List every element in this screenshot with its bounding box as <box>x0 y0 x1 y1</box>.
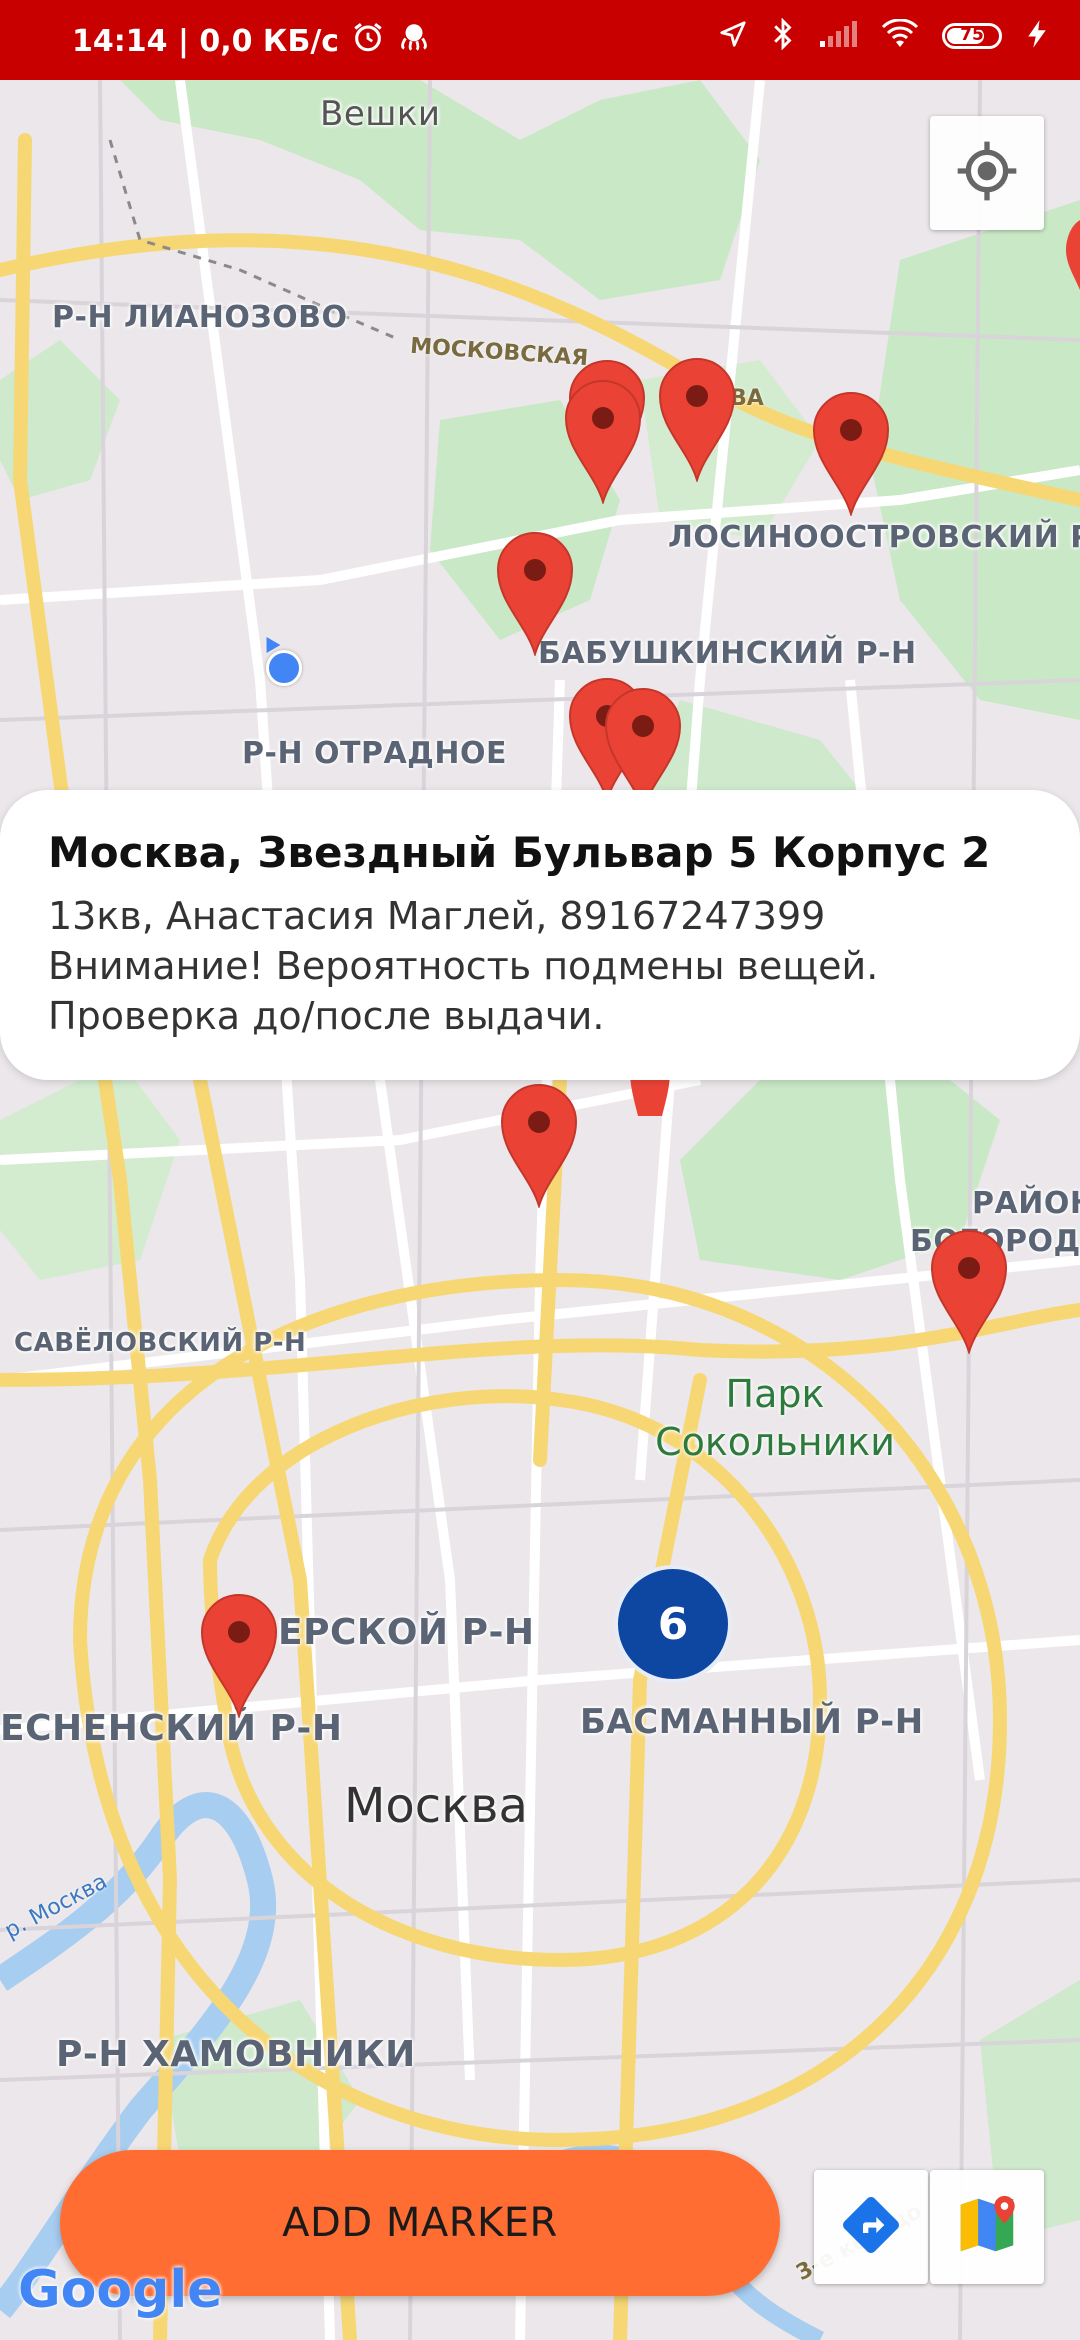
directions-button[interactable] <box>814 2170 928 2284</box>
map-label-lianozovo: Р-Н ЛИАНОЗОВО <box>52 300 348 335</box>
status-time-speed: 14:14 | 0,0 КБ/с <box>72 23 340 59</box>
map-label-losinoostrovsky: ЛОСИНООСТРОВСКИЙ Р-Н <box>668 520 1080 555</box>
status-left: 14:14 | 0,0 КБ/с <box>72 20 431 62</box>
park-label-line2: Сокольники <box>655 1420 895 1464</box>
map-label-presnensky: ЕСНЕНСКИЙ Р-Н <box>0 1708 343 1749</box>
map-label-basmanny: БАСМАННЫЙ Р-Н <box>580 1702 924 1742</box>
map-marker[interactable] <box>564 380 642 504</box>
map-view[interactable]: Вешки Р-Н ЛИАНОЗОВО МОСКОВСКАЯ ВА ЛОСИНО… <box>0 80 1080 2340</box>
map-marker[interactable] <box>930 1230 1008 1354</box>
map-marker[interactable] <box>496 532 574 656</box>
map-marker[interactable] <box>200 1594 278 1718</box>
map-marker-edge[interactable] <box>1066 220 1080 290</box>
bluetooth-icon <box>770 17 796 54</box>
map-marker[interactable] <box>812 392 890 516</box>
map-label-babushkinsky: БАБУШКИНСКИЙ Р-Н <box>538 636 917 671</box>
info-card-note: Проверка до/после выдачи. <box>48 994 605 1038</box>
octopus-icon <box>397 20 431 62</box>
map-label-tverskoy: ЕРСКОЙ Р-Н <box>278 1612 535 1653</box>
map-label-savelovsky: САВЁЛОВСКИЙ Р-Н <box>14 1328 307 1358</box>
map-label-khamovniki: Р-Н ХАМОВНИКИ <box>56 2034 416 2075</box>
charging-icon <box>1024 19 1050 53</box>
google-logo: Google <box>18 2260 222 2320</box>
park-label-line1: Парк <box>725 1372 825 1416</box>
map-label-veshki: Вешки <box>320 94 441 134</box>
battery-level: 75 <box>960 25 984 45</box>
info-card-title: Москва, Звездный Бульвар 5 Корпус 2 <box>48 828 991 877</box>
map-label-moscow: Москва <box>344 1778 528 1834</box>
status-bar: 14:14 | 0,0 КБ/с 75 <box>0 0 1080 80</box>
info-card-warning: Внимание! Вероятность подмены вещей. <box>48 944 879 988</box>
map-label-otradnoe: Р-Н ОТРАДНОЕ <box>242 736 507 771</box>
user-location-dot <box>266 650 302 686</box>
alarm-icon <box>351 20 385 62</box>
map-label-sokolniki-park: Парк Сокольники <box>650 1370 900 1466</box>
directions-icon <box>839 2193 903 2261</box>
crosshair-icon <box>955 139 1019 207</box>
map-label-rayon: РАЙОН <box>972 1186 1080 1221</box>
map-background <box>0 80 1080 2340</box>
google-maps-icon <box>952 2190 1022 2264</box>
wifi-icon <box>880 18 920 53</box>
open-in-maps-button[interactable] <box>930 2170 1044 2284</box>
battery-indicator: 75 <box>942 23 1002 49</box>
address-info-card[interactable]: Москва, Звездный Бульвар 5 Корпус 2 13кв… <box>0 790 1080 1080</box>
google-logo-text: Google <box>18 2260 223 2320</box>
my-location-button[interactable] <box>930 116 1044 230</box>
marker-cluster[interactable]: 6 <box>614 1565 732 1683</box>
signal-icon <box>818 19 858 53</box>
map-marker[interactable] <box>500 1084 578 1208</box>
info-card-details: 13кв, Анастасия Маглей, 89167247399 <box>48 894 826 938</box>
map-marker[interactable] <box>658 358 736 482</box>
location-arrow-icon <box>718 19 748 53</box>
status-right: 75 <box>718 17 1050 54</box>
